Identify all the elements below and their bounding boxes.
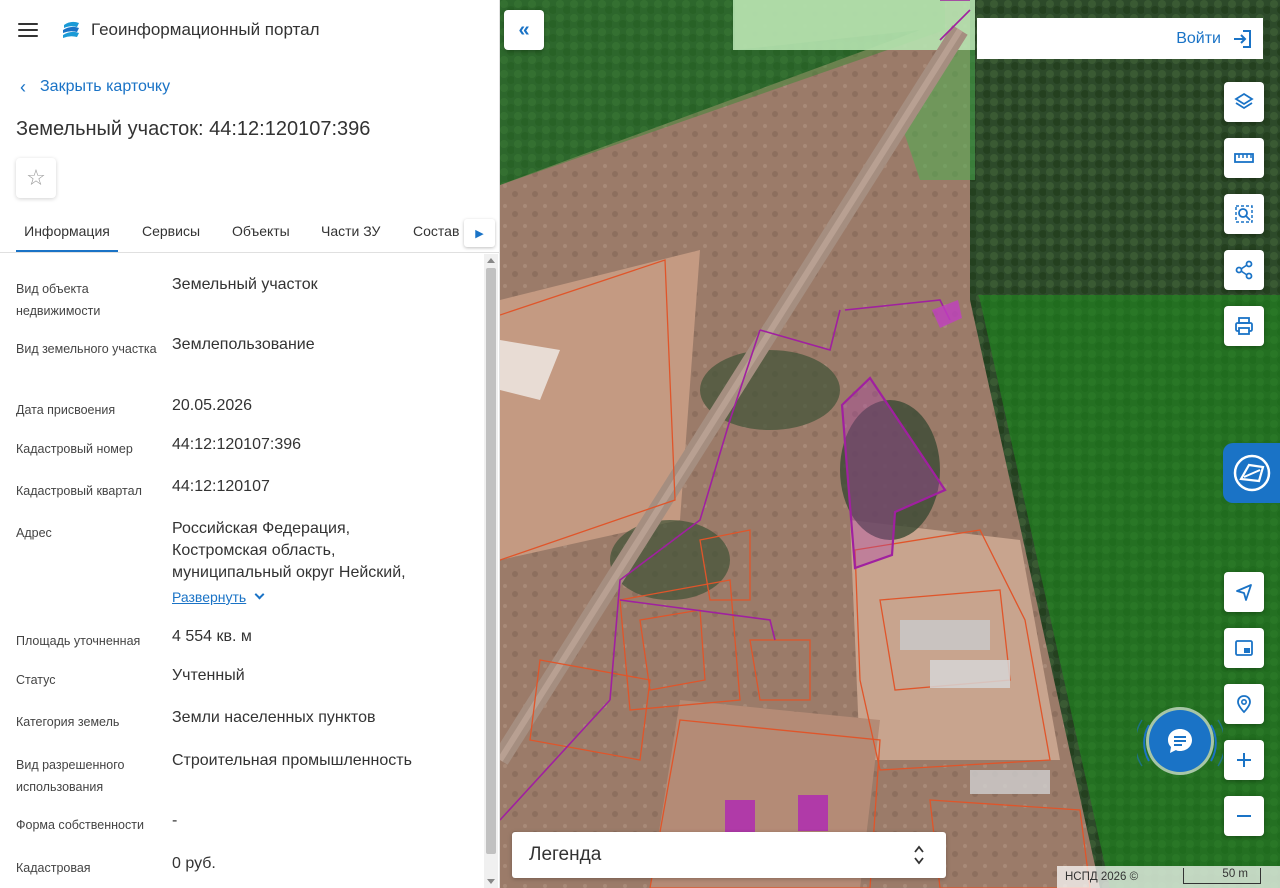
info-label: Кадастровый квартал <box>16 484 142 498</box>
tabs-scroll-right-button[interactable]: ▶ <box>464 219 495 247</box>
tab-information[interactable]: Информация <box>16 210 118 252</box>
copyright-text: НСПД 2026 © <box>1065 871 1139 883</box>
expand-collapse-icon <box>914 845 924 865</box>
collapse-panel-button[interactable]: « <box>504 10 544 50</box>
expand-address-link[interactable]: Развернуть <box>172 586 265 608</box>
info-label: Статус <box>16 673 56 687</box>
portal-logo-icon <box>63 21 79 38</box>
info-label: Площадь уточненная <box>16 634 141 648</box>
info-value: 44:12:120107:396 <box>172 436 302 453</box>
scroll-down-arrow[interactable] <box>487 879 495 884</box>
login-label: Войти <box>1176 29 1221 47</box>
portal-title: Геоинформационный портал <box>91 20 320 39</box>
ruler-icon <box>1234 153 1254 163</box>
chevron-down-icon <box>254 589 265 599</box>
scroll-up-arrow[interactable] <box>487 258 495 263</box>
plus-icon <box>1237 753 1251 767</box>
info-label: Кадастровая <box>16 861 91 875</box>
info-label: Адрес <box>16 526 52 540</box>
info-value: 4 554 кв. м <box>172 628 252 645</box>
info-panel: Геоинформационный портал ‹ Закрыть карто… <box>0 0 500 888</box>
login-button[interactable]: Войти <box>977 18 1263 59</box>
card-title: Земельный участок: 44:12:120107:396 <box>16 118 371 140</box>
expand-label: Развернуть <box>172 589 247 605</box>
tab-composition[interactable]: Состав <box>413 210 459 252</box>
location-pin-icon <box>1237 695 1251 714</box>
address-value: Российская Федерация, Костромская област… <box>172 518 472 609</box>
favorite-button[interactable]: ☆ <box>16 158 56 198</box>
info-label: Дата присвоения <box>16 403 116 417</box>
ruler-button[interactable] <box>1224 138 1264 178</box>
info-list: Вид объекта недвижимости Земельный участ… <box>0 254 484 888</box>
double-chevron-left-icon: « <box>518 18 530 41</box>
info-value: Земли населенных пунктов <box>172 709 376 726</box>
info-scrollbar[interactable] <box>484 254 498 888</box>
layers-button[interactable] <box>1224 82 1264 122</box>
caret-right-icon: ▶ <box>475 227 484 240</box>
top-bar: Геоинформационный портал <box>0 0 499 60</box>
info-value: 0 руб. <box>172 855 216 872</box>
info-value: Строительная промышленность <box>172 752 412 769</box>
legend-panel[interactable]: Легенда <box>512 832 946 878</box>
hamburger-icon[interactable] <box>18 23 38 37</box>
tab-services[interactable]: Сервисы <box>142 210 200 252</box>
address-line: муниципальный округ Нейский, <box>172 564 406 581</box>
print-icon <box>1235 317 1253 335</box>
info-label: Кадастровый номер <box>16 442 133 456</box>
info-value: 44:12:120107 <box>172 478 270 495</box>
minus-icon <box>1237 815 1251 817</box>
share-icon <box>1235 260 1253 280</box>
share-button[interactable] <box>1224 250 1264 290</box>
chevron-left-icon: ‹ <box>20 77 26 97</box>
info-label: Категория земель <box>16 715 120 729</box>
picture-in-picture-icon <box>1235 640 1253 656</box>
info-value: 20.05.2026 <box>172 397 253 414</box>
chat-bubble-icon <box>1168 729 1192 753</box>
info-label: Вид разрешенного использования <box>16 758 125 794</box>
tab-parts[interactable]: Части ЗУ <box>321 210 380 252</box>
close-card-link[interactable]: ‹ Закрыть карточку <box>0 74 499 100</box>
info-value: Землепользование <box>172 336 315 353</box>
login-icon <box>1234 29 1251 48</box>
address-line: Российская Федерация, <box>172 520 351 537</box>
info-label: Форма собственности <box>16 818 144 832</box>
scale-label: 50 m <box>1222 868 1248 880</box>
info-label: Вид земельного участка <box>16 342 157 356</box>
locate-button[interactable] <box>1224 572 1264 612</box>
minimap-button[interactable] <box>1224 628 1264 668</box>
star-icon: ☆ <box>26 165 46 190</box>
area-search-icon <box>1235 205 1253 223</box>
close-card-label: Закрыть карточку <box>40 78 171 95</box>
zoom-in-button[interactable] <box>1224 740 1264 780</box>
zoom-out-button[interactable] <box>1224 796 1264 836</box>
info-label: Вид объекта недвижимости <box>16 282 101 318</box>
area-search-button[interactable] <box>1224 194 1264 234</box>
geolocation-button[interactable] <box>1224 684 1264 724</box>
info-value: Учтенный <box>172 667 245 684</box>
info-value: - <box>172 812 178 829</box>
tab-objects[interactable]: Объекты <box>232 210 290 252</box>
scale-bar: 50 m <box>1183 868 1261 884</box>
info-value: Земельный участок <box>172 276 318 293</box>
navigation-arrow-icon <box>1236 584 1252 601</box>
tab-bar: Информация Сервисы Объекты Части ЗУ Сост… <box>0 210 499 253</box>
layers-icon <box>1234 92 1254 110</box>
legend-label: Легенда <box>529 844 602 865</box>
nspd-side-button[interactable] <box>1223 443 1280 503</box>
print-button[interactable] <box>1224 306 1264 346</box>
address-line: Костромская область, <box>172 542 336 559</box>
scrollbar-thumb[interactable] <box>486 268 496 854</box>
chat-button[interactable] <box>1149 710 1211 772</box>
nspd-logo-icon <box>1233 454 1270 492</box>
